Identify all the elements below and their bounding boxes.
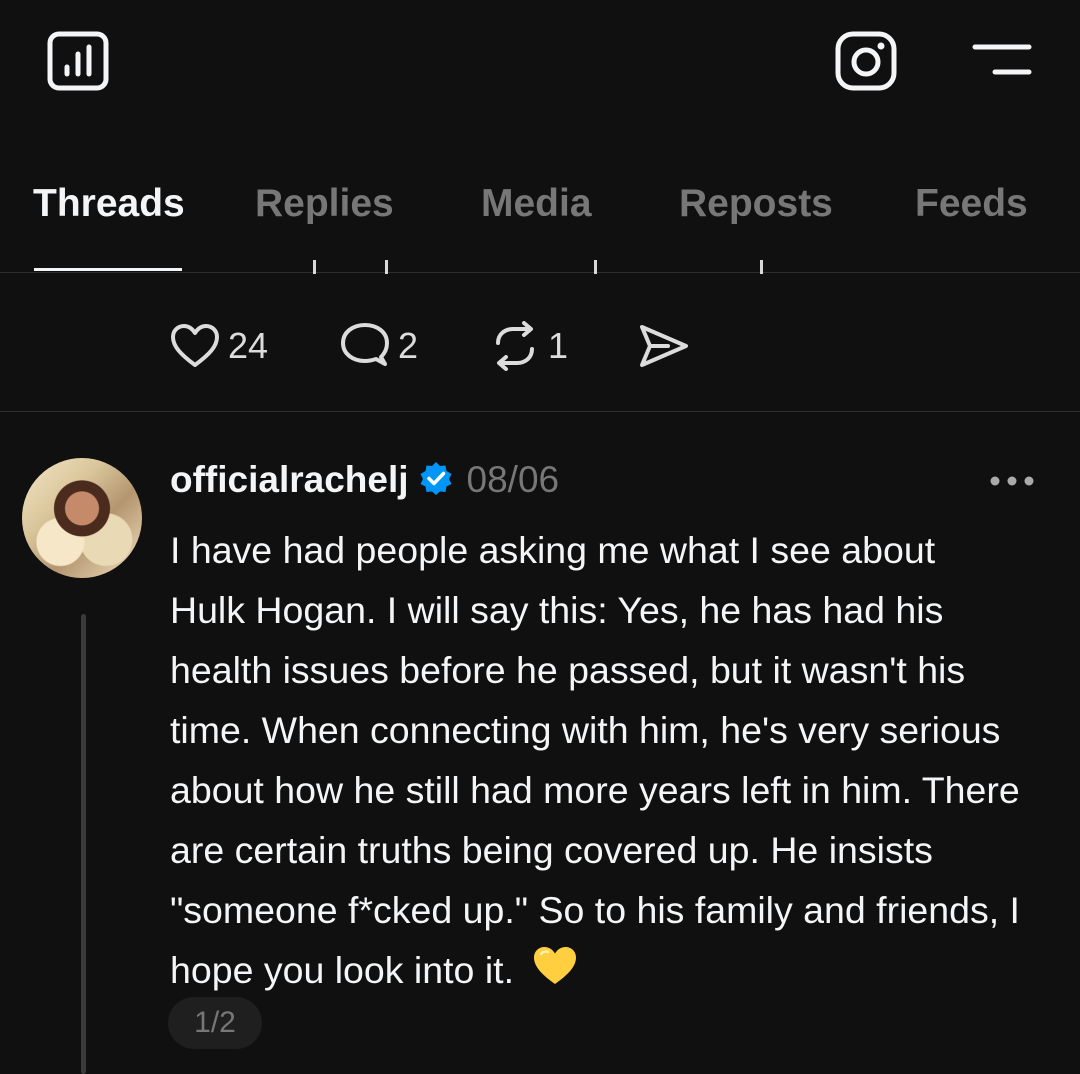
previous-post-text-clipped bbox=[170, 246, 1030, 274]
thread-connector-line bbox=[81, 614, 86, 1074]
page-indicator: 1/2 bbox=[168, 997, 262, 1049]
post-divider bbox=[0, 411, 1080, 412]
heart-outline-icon bbox=[171, 324, 219, 367]
tab-feeds[interactable]: Feeds bbox=[915, 182, 1028, 226]
post-date: 08/06 bbox=[466, 459, 560, 500]
insights-bar-chart-icon[interactable] bbox=[46, 30, 110, 92]
tab-replies[interactable]: Replies bbox=[255, 182, 394, 226]
more-options-icon[interactable] bbox=[988, 472, 1036, 490]
post-text-content: I have had people asking me what I see a… bbox=[170, 529, 1020, 991]
reply-count: 2 bbox=[398, 325, 419, 366]
menu-icon[interactable] bbox=[972, 40, 1032, 80]
send-icon bbox=[640, 325, 688, 367]
tab-threads[interactable]: Threads bbox=[33, 182, 185, 226]
tab-reposts[interactable]: Reposts bbox=[679, 182, 833, 226]
top-bar bbox=[0, 0, 1080, 130]
verified-badge-icon bbox=[419, 461, 453, 500]
like-count: 24 bbox=[228, 325, 269, 366]
instagram-icon[interactable] bbox=[834, 30, 898, 92]
repost-button[interactable]: 1 bbox=[490, 316, 568, 376]
avatar[interactable] bbox=[22, 458, 142, 578]
active-tab-indicator bbox=[34, 268, 182, 271]
repost-count: 1 bbox=[548, 325, 569, 366]
reply-button[interactable]: 2 bbox=[340, 316, 418, 376]
comment-icon bbox=[341, 323, 389, 366]
repost-icon bbox=[496, 321, 534, 371]
like-button[interactable]: 24 bbox=[170, 316, 268, 376]
tab-media[interactable]: Media bbox=[481, 182, 592, 226]
username[interactable]: officialrachelj bbox=[170, 459, 409, 501]
yellow-heart-emoji bbox=[532, 944, 578, 1004]
post-text: I have had people asking me what I see a… bbox=[170, 520, 1020, 1004]
share-button[interactable] bbox=[638, 316, 690, 376]
post-header: officialrachelj 08/06 bbox=[170, 455, 559, 505]
